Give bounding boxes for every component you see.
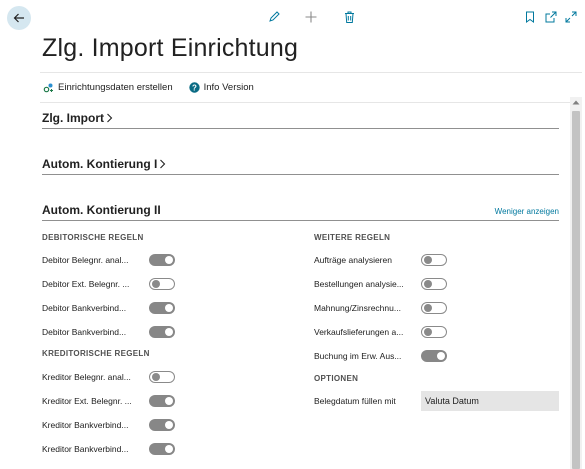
toggle-switch[interactable] [149, 371, 175, 383]
open-in-window-icon [545, 11, 557, 23]
field-label: Mahnung/Zinsrechnu... [314, 303, 401, 313]
section-kontierung-1-title: Autom. Kontierung I [42, 157, 158, 171]
field-label: Buchung im Erw. Aus... [314, 351, 402, 361]
section-zlg-import[interactable]: Zlg. Import [42, 105, 559, 129]
toggle-switch[interactable] [421, 326, 447, 338]
trash-icon [344, 11, 354, 23]
toggle-switch[interactable] [149, 326, 175, 338]
top-toolbar [0, 0, 585, 36]
toggle-switch[interactable] [149, 395, 175, 407]
bookmark-button[interactable] [522, 9, 538, 25]
setup-data-icon [43, 83, 53, 93]
content-area: Zlg. Import Autom. Kontierung I Autom. K… [40, 97, 568, 469]
field-label: Belegdatum füllen mit [314, 396, 396, 406]
info-version-action[interactable]: ? Info Version [188, 82, 254, 93]
field-label: Kreditor Bankverbind... [42, 444, 129, 454]
toggle-switch[interactable] [149, 443, 175, 455]
field-label: Kreditor Ext. Belegnr. ... [42, 396, 132, 406]
svg-text:?: ? [192, 83, 197, 92]
toggle-switch[interactable] [421, 278, 447, 290]
new-button[interactable] [303, 9, 319, 25]
field-label: Bestellungen analysie... [314, 279, 404, 289]
toggle-switch[interactable] [421, 350, 447, 362]
pencil-icon [269, 11, 280, 22]
expand-button[interactable] [563, 9, 579, 25]
edit-button[interactable] [266, 9, 282, 25]
toggle-switch[interactable] [149, 254, 175, 266]
field-debitor-ext-belegnr: Debitor Ext. Belegnr. ... [42, 276, 175, 292]
field-label: Debitor Ext. Belegnr. ... [42, 279, 130, 289]
field-kreditor-belegnr: Kreditor Belegnr. anal... [42, 369, 175, 385]
info-version-label: Info Version [203, 82, 254, 93]
group-weitere-title: WEITERE REGELN [314, 233, 391, 242]
toggle-switch[interactable] [149, 302, 175, 314]
field-verkaufslieferungen: Verkaufslieferungen a... [314, 324, 447, 340]
field-belegdatum-fuellen: Belegdatum füllen mit Valuta Datum [314, 391, 559, 411]
field-label: Kreditor Bankverbind... [42, 420, 129, 430]
field-auftraege-analysieren: Aufträge analysieren [314, 252, 447, 268]
field-kreditor-ext-belegnr: Kreditor Ext. Belegnr. ... [42, 393, 175, 409]
group-optionen-title: OPTIONEN [314, 374, 359, 383]
arrow-left-icon [13, 13, 24, 23]
create-setup-data-action[interactable]: Einrichtungsdaten erstellen [43, 82, 173, 93]
section-kontierung-2-title: Autom. Kontierung II [42, 203, 161, 217]
field-kreditor-bankverbindung-1: Kreditor Bankverbind... [42, 417, 175, 433]
toggle-switch[interactable] [149, 419, 175, 431]
bookmark-icon [526, 11, 534, 23]
field-label: Kreditor Belegnr. anal... [42, 372, 131, 382]
page-title: Zlg. Import Einrichtung [42, 34, 299, 62]
section-zlg-import-title: Zlg. Import [42, 111, 104, 125]
belegdatum-select[interactable]: Valuta Datum [421, 391, 559, 411]
field-kreditor-bankverbindung-2: Kreditor Bankverbind... [42, 441, 175, 457]
vertical-scrollbar[interactable] [570, 97, 582, 469]
toggle-switch[interactable] [421, 302, 447, 314]
field-debitor-bankverbindung-2: Debitor Bankverbind... [42, 324, 175, 340]
field-debitor-belegnr: Debitor Belegnr. anal... [42, 252, 175, 268]
chevron-right-icon [160, 159, 166, 169]
scrollbar-thumb[interactable] [572, 111, 580, 469]
field-label: Debitor Belegnr. anal... [42, 255, 129, 265]
field-label: Verkaufslieferungen a... [314, 327, 404, 337]
field-mahnung-zinsrechnung: Mahnung/Zinsrechnu... [314, 300, 447, 316]
field-buchung-erw-ausgleich: Buchung im Erw. Aus... [314, 348, 447, 364]
section-kontierung-2[interactable]: Autom. Kontierung II Weniger anzeigen [42, 197, 559, 221]
open-new-window-button[interactable] [543, 9, 559, 25]
toggle-switch[interactable] [149, 278, 175, 290]
plus-icon [305, 11, 317, 23]
expand-icon [565, 11, 577, 23]
section-kontierung-1[interactable]: Autom. Kontierung I [42, 151, 559, 175]
chevron-right-icon [107, 113, 113, 123]
field-label: Debitor Bankverbind... [42, 303, 127, 313]
group-kreditor-title: KREDITORISCHE REGELN [42, 349, 150, 358]
create-setup-data-label: Einrichtungsdaten erstellen [58, 82, 173, 93]
help-circle-icon: ? [188, 82, 200, 93]
field-label: Aufträge analysieren [314, 255, 392, 265]
scroll-up-arrow-icon[interactable] [570, 99, 582, 107]
field-debitor-bankverbindung-1: Debitor Bankverbind... [42, 300, 175, 316]
group-debitor-title: DEBITORISCHE REGELN [42, 233, 144, 242]
field-label: Debitor Bankverbind... [42, 327, 127, 337]
show-less-link[interactable]: Weniger anzeigen [495, 207, 559, 216]
delete-button[interactable] [341, 9, 357, 25]
toggle-switch[interactable] [421, 254, 447, 266]
field-bestellungen-analysieren: Bestellungen analysie... [314, 276, 447, 292]
back-button[interactable] [7, 6, 31, 30]
